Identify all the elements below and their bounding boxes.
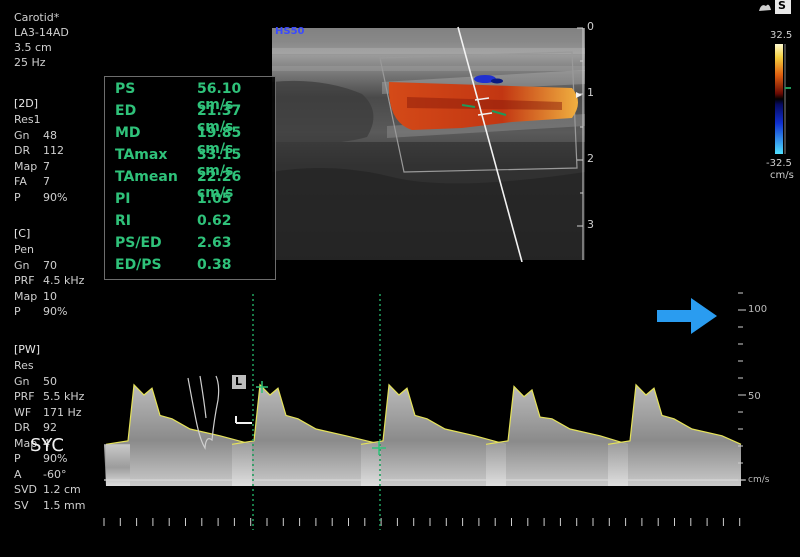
velocity-label-100: 100	[748, 304, 768, 315]
b2d-param-label: Map	[14, 159, 38, 173]
bmode-image	[272, 26, 585, 262]
measurement-label: TAmax	[115, 147, 168, 163]
image-badge: HS50	[275, 26, 305, 37]
b2d-param-res1: Res1	[14, 112, 43, 127]
color-scale-bar	[775, 44, 791, 154]
ultrasound-screen: Carotid* LA3-14AD 3.5 cm 25 Hz [2D] Res1…	[0, 0, 800, 557]
preset-name: Carotid*	[14, 11, 60, 24]
measurement-tamax: TAmax 33.15 cm/s	[115, 147, 273, 179]
velocity-unit: cm/s	[748, 475, 770, 485]
probe-name: LA3-14AD	[14, 26, 69, 39]
measurement-ed-ps: ED/PS 0.38	[115, 257, 273, 277]
measurement-pi: PI 1.05	[115, 191, 273, 211]
color-param-label: Pen	[14, 243, 34, 256]
annotation-text[interactable]: SYC	[30, 435, 64, 456]
color-param-label: PRF	[14, 274, 35, 287]
velocity-label-50: 50	[748, 391, 761, 402]
depth-value: 3.5 cm	[14, 41, 52, 54]
body-marker-letter: L	[235, 375, 243, 388]
measurement-label: TAmean	[115, 169, 178, 185]
logo-letter: S	[778, 0, 786, 12]
b2d-param-value: 7	[43, 175, 50, 188]
measurement-value: 0.62	[197, 213, 232, 229]
b2d-param-gn: Gn 48	[14, 128, 57, 143]
section-2d-title: [2D]	[14, 97, 39, 110]
color-scale-max: 32.5	[770, 30, 793, 41]
measurement-label: PS	[115, 81, 136, 97]
measurement-ps: PS 56.10 cm/s	[115, 81, 273, 113]
measurement-ri: RI 0.62	[115, 213, 273, 233]
section-color-title: [C]	[14, 227, 31, 240]
color-scale-unit: cm/s	[770, 170, 794, 181]
color-param-value: 4.5 kHz	[43, 274, 85, 287]
measurement-value: 1.05	[197, 191, 232, 207]
b2d-param-p: P 90%	[14, 190, 67, 205]
depth-mark-0: 0	[587, 20, 594, 33]
blue-arrow-icon[interactable]	[655, 296, 719, 336]
measurement-value: 2.63	[197, 235, 232, 251]
measurement-label: MD	[115, 125, 141, 141]
color-param-pen: Pen	[14, 242, 43, 257]
b2d-param-value: 90%	[43, 190, 68, 204]
depth-mark-1: 1	[587, 86, 594, 99]
depth-mark-2: 2	[587, 152, 594, 165]
b2d-param-map: Map 7	[14, 159, 50, 174]
b2d-param-value: 7	[43, 159, 50, 173]
color-scale-min: -32.5	[766, 158, 792, 169]
b2d-param-label: P	[14, 190, 21, 204]
color-param-value: 70	[43, 258, 57, 272]
measurement-ps-ed: PS/ED 2.63	[115, 235, 273, 255]
measurement-label: ED	[115, 103, 137, 119]
spectrum-cycle	[361, 384, 506, 486]
measurement-panel[interactable]: PS 56.10 cm/s ED 21.37 cm/s MD 19.85 cm/s TAma…	[104, 76, 276, 280]
b2d-param-label: FA	[14, 175, 27, 188]
color-param-label: Gn	[14, 258, 30, 272]
measurement-label: PS/ED	[115, 235, 162, 251]
color-param-gn: Gn 70	[14, 258, 57, 273]
b2d-param-label: DR	[14, 144, 31, 157]
measurement-md: MD 19.85 cm/s	[115, 125, 273, 157]
frame-rate: 25 Hz	[14, 56, 46, 69]
measurement-label: ED/PS	[115, 257, 162, 273]
measurement-label: PI	[115, 191, 131, 207]
b2d-param-fa: FA 7	[14, 174, 50, 189]
b2d-param-value: 112	[43, 144, 64, 157]
color-param-prf: PRF 4.5 kHz	[14, 273, 84, 288]
measurement-label: RI	[115, 213, 131, 229]
b2d-param-label: Gn	[14, 128, 30, 142]
measurement-value: 0.38	[197, 257, 232, 273]
time-ticks	[103, 518, 741, 526]
depth-mark-3: 3	[587, 218, 594, 231]
logo-icon	[759, 0, 791, 14]
b2d-param-value: 48	[43, 128, 57, 142]
b2d-param-label: Res1	[14, 113, 41, 126]
b2d-param-dr: DR 112	[14, 143, 64, 158]
measurement-ed: ED 21.37 cm/s	[115, 103, 273, 135]
measurement-tamean: TAmean 22.26 cm/s	[115, 169, 273, 201]
spectrum-cycle	[486, 386, 628, 486]
